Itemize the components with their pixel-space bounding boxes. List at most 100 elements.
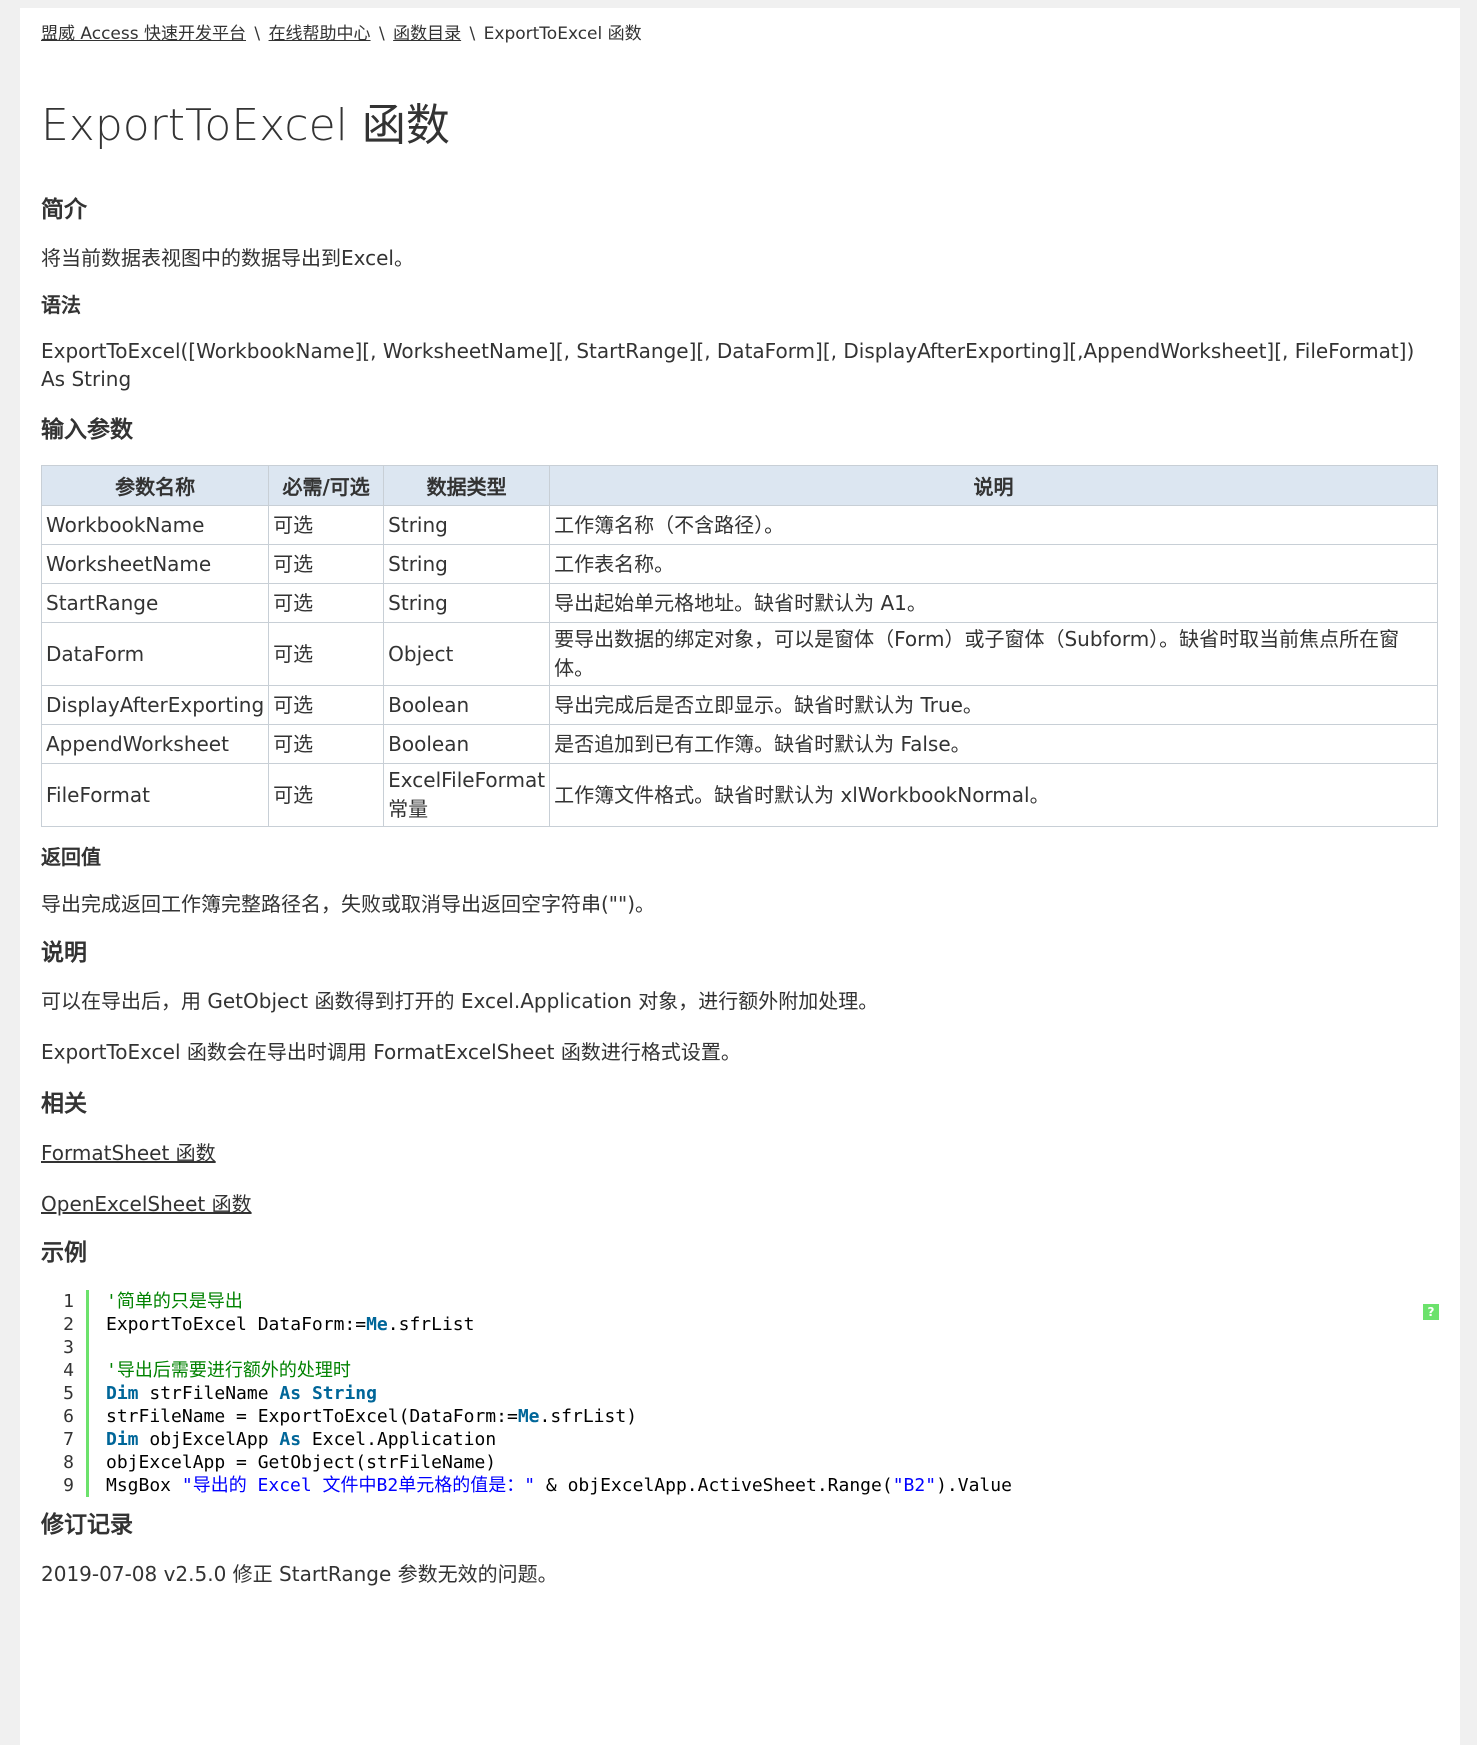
- param-description: 导出起始单元格地址。缺省时默认为 A1。: [549, 583, 1438, 623]
- code-text: [89, 1336, 117, 1359]
- line-number: 7: [41, 1428, 89, 1451]
- remarks-text: ExportToExcel 函数会在导出时调用 FormatExcelSheet…: [41, 1040, 741, 1064]
- section-heading-remarks: 说明: [41, 940, 87, 966]
- code-token: "B2": [892, 1475, 937, 1496]
- code-text: Dim objExcelApp As Excel.Application: [89, 1428, 496, 1451]
- code-token: As: [279, 1383, 302, 1404]
- code-token: strFileName = ExportToExcel(DataForm:=: [106, 1406, 518, 1427]
- code-token: .sfrList): [539, 1406, 638, 1427]
- code-text: MsgBox "导出的 Excel 文件中B2单元格的值是：" & objExc…: [89, 1474, 1012, 1497]
- breadcrumb-separator: \: [378, 24, 385, 44]
- code-line: 8 objExcelApp = GetObject(strFileName): [41, 1451, 1439, 1474]
- section-heading-summary: 简介: [41, 197, 87, 223]
- breadcrumb-current: ExportToExcel 函数: [483, 24, 642, 44]
- code-token: Dim: [106, 1429, 139, 1450]
- param-name: AppendWorksheet: [40, 724, 270, 764]
- table-row: StartRange 可选 String 导出起始单元格地址。缺省时默认为 A1…: [40, 583, 1438, 623]
- param-name: FileFormat: [40, 763, 270, 827]
- param-type: String: [383, 544, 551, 584]
- section-heading-revisions: 修订记录: [41, 1512, 133, 1538]
- table-row: WorksheetName 可选 String 工作表名称。: [40, 544, 1438, 584]
- param-name: WorkbookName: [40, 505, 270, 545]
- code-line: 5 Dim strFileName As String: [41, 1382, 1439, 1405]
- code-text: ExportToExcel DataForm:=Me.sfrList: [89, 1313, 474, 1336]
- param-required: 可选: [268, 724, 385, 764]
- param-name: WorksheetName: [40, 544, 270, 584]
- code-text: '简单的只是导出: [89, 1290, 243, 1313]
- code-token: objExcelApp = GetObject(strFileName): [106, 1452, 497, 1473]
- breadcrumb-link-help-center[interactable]: 在线帮助中心: [269, 24, 371, 44]
- related-link-openexcelsheet[interactable]: OpenExcelSheet 函数: [41, 1192, 252, 1216]
- breadcrumb-link-function-index[interactable]: 函数目录: [393, 24, 461, 44]
- line-number: 8: [41, 1451, 89, 1474]
- param-required: 可选: [268, 622, 385, 686]
- code-token: .sfrList: [387, 1314, 475, 1335]
- param-required: 可选: [268, 583, 385, 623]
- code-block: 1 '简单的只是导出 2 ExportToExcel DataForm:=Me.sfr…: [41, 1290, 1439, 1497]
- code-line: 2 ExportToExcel DataForm:=Me.sfrList: [41, 1313, 1439, 1336]
- code-token: Excel.Application: [301, 1429, 497, 1450]
- param-name: DisplayAfterExporting: [40, 685, 270, 725]
- code-token: '导出后需要进行额外的处理时: [106, 1360, 351, 1381]
- param-name: StartRange: [40, 583, 270, 623]
- page-title: ExportToExcel 函数: [41, 100, 450, 151]
- param-required: 可选: [268, 763, 385, 827]
- code-token: As: [279, 1429, 302, 1450]
- section-heading-syntax: 语法: [41, 293, 81, 317]
- section-heading-params: 输入参数: [41, 417, 133, 443]
- param-description: 工作簿名称（不含路径）。: [549, 505, 1438, 545]
- code-text: strFileName = ExportToExcel(DataForm:=Me…: [89, 1405, 637, 1428]
- related-link-formatsheet[interactable]: FormatSheet 函数: [41, 1141, 216, 1165]
- code-token: ExportToExcel DataForm:=: [106, 1314, 367, 1335]
- column-header: 说明: [549, 465, 1438, 506]
- line-number: 2: [41, 1313, 89, 1336]
- revision-text: 2019-07-08 v2.5.0 修正 StartRange 参数无效的问题。: [41, 1562, 558, 1586]
- param-description: 要导出数据的绑定对象，可以是窗体（Form）或子窗体（Subform）。缺省时取…: [549, 622, 1438, 686]
- breadcrumb-separator: \: [469, 24, 476, 44]
- line-number: 4: [41, 1359, 89, 1382]
- param-type: String: [383, 505, 551, 545]
- line-number: 6: [41, 1405, 89, 1428]
- code-token: '简单的只是导出: [106, 1291, 243, 1312]
- section-heading-example: 示例: [41, 1240, 87, 1266]
- code-text: objExcelApp = GetObject(strFileName): [89, 1451, 496, 1474]
- code-token: "导出的 Excel 文件中B2单元格的值是：": [181, 1475, 536, 1496]
- line-number: 5: [41, 1382, 89, 1405]
- table-row: AppendWorksheet 可选 Boolean 是否追加到已有工作簿。缺省…: [40, 724, 1438, 764]
- code-line: 4 '导出后需要进行额外的处理时: [41, 1359, 1439, 1382]
- code-line: 9 MsgBox "导出的 Excel 文件中B2单元格的值是：" & objEx…: [41, 1474, 1439, 1497]
- param-required: 可选: [268, 544, 385, 584]
- code-token: Me: [366, 1314, 388, 1335]
- code-token: strFileName: [138, 1383, 280, 1404]
- help-icon[interactable]: ?: [1423, 1304, 1439, 1320]
- breadcrumb: 盟威 Access 快速开发平台 \ 在线帮助中心 \ 函数目录 \ Expor…: [41, 22, 1439, 46]
- breadcrumb-link-home[interactable]: 盟威 Access 快速开发平台: [41, 24, 246, 44]
- param-description: 导出完成后是否立即显示。缺省时默认为 True。: [549, 685, 1438, 725]
- code-token: & objExcelApp.ActiveSheet.Range(: [535, 1475, 893, 1496]
- table-row: DisplayAfterExporting 可选 Boolean 导出完成后是否…: [40, 685, 1438, 725]
- code-line: 6 strFileName = ExportToExcel(DataForm:=M…: [41, 1405, 1439, 1428]
- param-description: 工作表名称。: [549, 544, 1438, 584]
- table-row: FileFormat 可选 ExcelFileFormat 常量 工作簿文件格式…: [40, 763, 1438, 827]
- section-heading-related: 相关: [41, 1091, 87, 1117]
- code-text: Dim strFileName As String: [89, 1382, 377, 1405]
- syntax-text: ExportToExcel([WorkbookName][, Worksheet…: [41, 339, 1415, 391]
- param-type: Object: [383, 622, 551, 686]
- param-type: Boolean: [383, 724, 551, 764]
- param-name: DataForm: [40, 622, 270, 686]
- code-token: ).Value: [936, 1475, 1012, 1496]
- code-token: Me: [517, 1406, 540, 1427]
- section-heading-returns: 返回值: [41, 845, 101, 869]
- param-type: Boolean: [383, 685, 551, 725]
- code-token: String: [311, 1383, 377, 1404]
- returns-text: 导出完成返回工作簿完整路径名，失败或取消导出返回空字符串("")。: [41, 892, 656, 916]
- table-row: WorkbookName 可选 String 工作簿名称（不含路径）。: [40, 505, 1438, 545]
- param-type: String: [383, 583, 551, 623]
- code-line: 7 Dim objExcelApp As Excel.Application: [41, 1428, 1439, 1451]
- column-header: 参数名称: [40, 465, 270, 506]
- line-number: 1: [41, 1290, 89, 1313]
- line-number: 3: [41, 1336, 89, 1359]
- param-required: 可选: [268, 685, 385, 725]
